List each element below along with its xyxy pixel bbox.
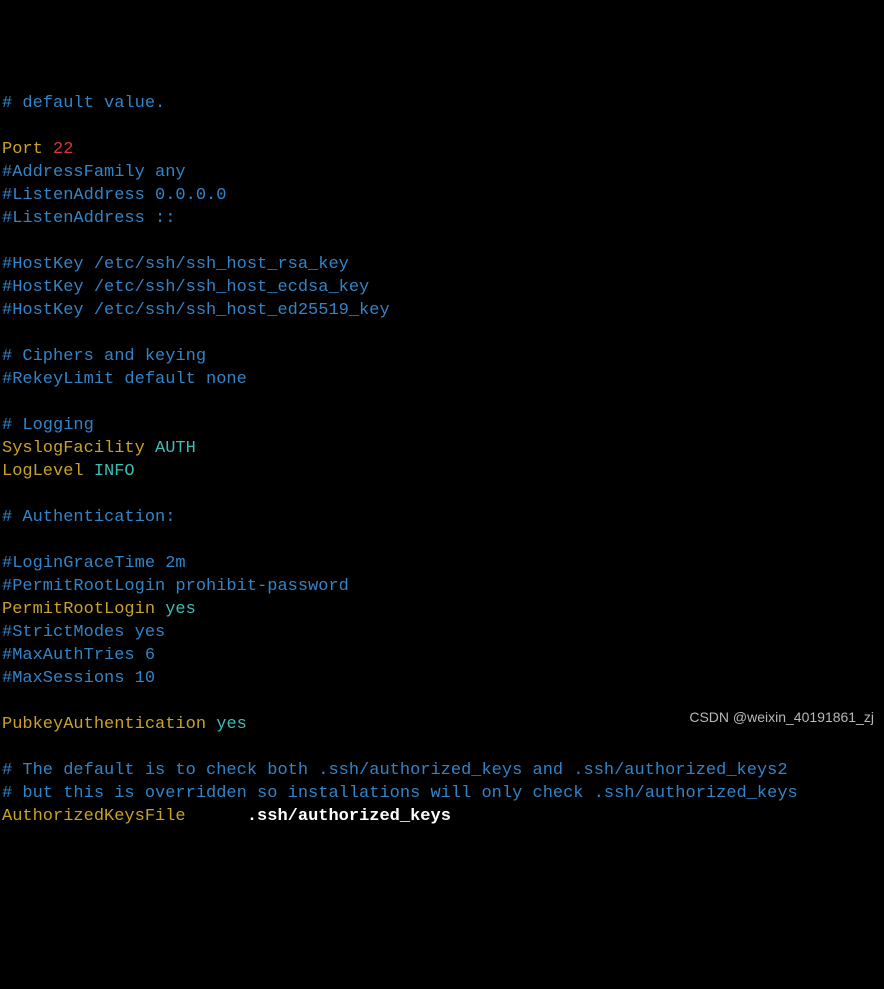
config-comment: # but this is overridden so installation… (2, 784, 798, 803)
config-comment: # default value. (2, 94, 165, 113)
config-value-syslogfacility: AUTH (155, 439, 196, 458)
config-value-port: 22 (53, 140, 73, 159)
config-key-authorizedkeysfile: AuthorizedKeysFile (2, 807, 186, 826)
config-value-authorizedkeysfile: .ssh/authorized_keys (247, 807, 451, 826)
config-key-port: Port (2, 140, 43, 159)
spacer (186, 807, 247, 826)
config-comment: # Ciphers and keying (2, 347, 206, 366)
config-comment: #LoginGraceTime 2m (2, 554, 186, 573)
config-comment: #HostKey /etc/ssh/ssh_host_ecdsa_key (2, 278, 369, 297)
config-comment: #ListenAddress 0.0.0.0 (2, 186, 226, 205)
config-comment: #StrictModes yes (2, 623, 165, 642)
config-comment: # The default is to check both .ssh/auth… (2, 761, 788, 780)
config-comment: #ListenAddress :: (2, 209, 175, 228)
config-key-pubkeyauth: PubkeyAuthentication (2, 715, 206, 734)
config-key-syslogfacility: SyslogFacility (2, 439, 145, 458)
config-comment: #HostKey /etc/ssh/ssh_host_rsa_key (2, 255, 349, 274)
config-comment: #MaxSessions 10 (2, 669, 155, 688)
config-comment: #AddressFamily any (2, 163, 186, 182)
config-comment: #PermitRootLogin prohibit-password (2, 577, 349, 596)
watermark-text: CSDN @weixin_40191861_zj (689, 706, 874, 729)
config-comment: #MaxAuthTries 6 (2, 646, 155, 665)
config-key-loglevel: LogLevel (2, 462, 84, 481)
config-value-loglevel: INFO (94, 462, 135, 481)
config-comment: # Logging (2, 416, 94, 435)
config-key-permitrootlogin: PermitRootLogin (2, 600, 155, 619)
config-value-pubkeyauth: yes (216, 715, 247, 734)
config-comment: #RekeyLimit default none (2, 370, 247, 389)
config-comment: #HostKey /etc/ssh/ssh_host_ed25519_key (2, 301, 390, 320)
config-comment: # Authentication: (2, 508, 175, 527)
config-value-permitrootlogin: yes (165, 600, 196, 619)
